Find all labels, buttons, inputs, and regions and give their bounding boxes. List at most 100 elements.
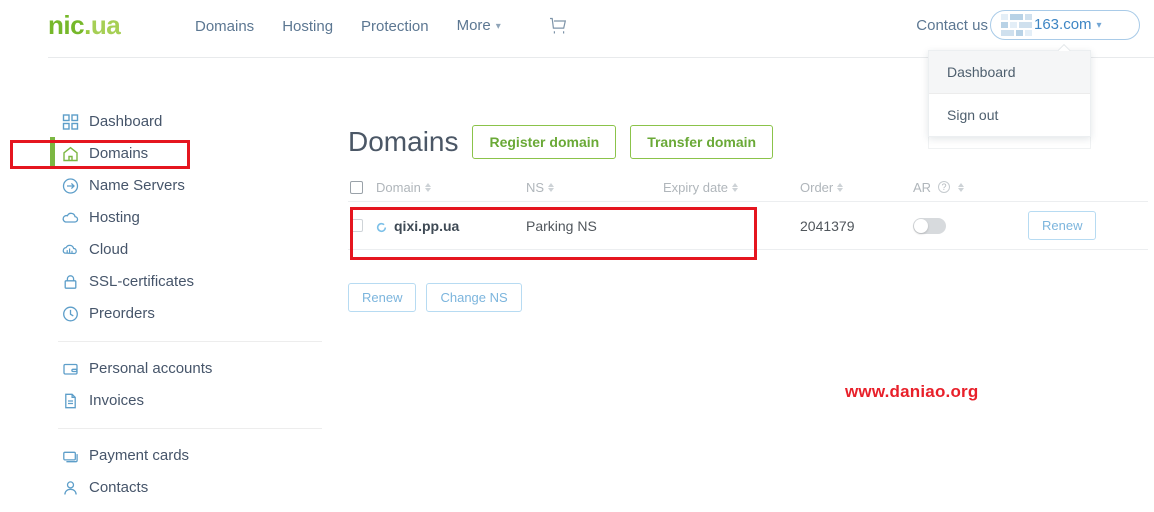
sidebar-item-label: Cloud [89, 241, 129, 258]
sidebar-item-label: Name Servers [89, 177, 185, 194]
dropdown-arrow-icon [1058, 44, 1071, 51]
nav-item-domains[interactable]: Domains [195, 17, 254, 37]
grid-icon [62, 114, 79, 131]
cell-actions: Renew [1028, 211, 1148, 240]
sidebar: Dashboard Domains Name Servers Hosting C… [0, 58, 322, 512]
sidebar-divider [58, 428, 322, 429]
lock-icon [62, 274, 79, 291]
menu-item-sign-out[interactable]: Sign out [929, 94, 1090, 136]
active-indicator [50, 137, 55, 169]
clock-icon [62, 306, 79, 323]
cell-order: 2041379 [800, 217, 855, 234]
column-header-ar[interactable]: AR ? [913, 180, 1028, 195]
bulk-renew-button[interactable]: Renew [348, 283, 417, 312]
bulk-actions: Renew Change NS [348, 283, 522, 312]
chevron-down-icon: ▾ [495, 21, 501, 32]
sidebar-item-label: Invoices [89, 392, 145, 409]
sidebar-item-payment-cards[interactable]: Payment cards [0, 440, 322, 472]
sidebar-item-name-servers[interactable]: Name Servers [0, 170, 322, 202]
cloud-chart-icon [62, 242, 79, 259]
account-menu-button[interactable]: 163.com ▾ [990, 10, 1140, 40]
bulk-change-ns-button[interactable]: Change NS [426, 283, 522, 312]
column-label: Domain [376, 179, 421, 195]
watermark: www.daniao.org [845, 382, 979, 401]
sidebar-item-label: Preorders [89, 305, 155, 322]
sidebar-item-label: Hosting [89, 209, 140, 226]
nav-label: Hosting [282, 17, 334, 35]
column-header-expiry-date[interactable]: Expiry date [663, 180, 800, 195]
domains-table: Domain NS Expiry date Order AR ? qixi.pp… [348, 173, 1148, 250]
sidebar-item-ssl-certificates[interactable]: SSL-certificates [0, 266, 322, 298]
masked-email-blur [1001, 14, 1032, 36]
sidebar-item-label: Personal accounts [89, 360, 213, 377]
column-label: Expiry date [663, 179, 729, 195]
nav-label: Domains [195, 17, 255, 35]
sidebar-item-personal-accounts[interactable]: Personal accounts [0, 353, 322, 385]
account-dropdown-menu: Dashboard Sign out [928, 50, 1091, 137]
column-label: NS [526, 179, 545, 195]
wallet-icon [62, 361, 79, 378]
sidebar-divider [58, 341, 322, 342]
chevron-down-icon: ▾ [1096, 19, 1102, 31]
table-row: qixi.pp.ua Parking NS 2041379 Renew [348, 201, 1148, 250]
cell-ar [913, 217, 1028, 234]
toggle-knob [914, 218, 928, 233]
person-icon [62, 480, 79, 497]
select-all-checkbox[interactable] [350, 180, 363, 194]
sidebar-item-label: SSL-certificates [89, 273, 195, 290]
sort-icon [424, 182, 431, 192]
sidebar-item-preorders[interactable]: Preorders [0, 298, 322, 330]
row-checkbox[interactable] [350, 219, 363, 232]
row-renew-button[interactable]: Renew [1028, 211, 1097, 240]
table-header-row: Domain NS Expiry date Order AR ? [348, 173, 1148, 201]
sort-icon [837, 182, 844, 192]
arrow-circle-icon [62, 178, 79, 195]
sidebar-item-contacts[interactable]: Contacts [0, 472, 322, 504]
sidebar-item-cloud[interactable]: Cloud [0, 234, 322, 266]
row-select-cell [350, 219, 376, 232]
page-header: Domains Register domain Transfer domain [348, 106, 774, 178]
page-title: Domains [348, 125, 459, 157]
logo-part-1: nic [48, 10, 85, 40]
sidebar-item-label: Domains [89, 145, 149, 162]
nav-item-protection[interactable]: Protection [361, 17, 429, 37]
sidebar-item-domains[interactable]: Domains [0, 137, 322, 170]
sidebar-item-settings[interactable]: Settings [0, 504, 322, 512]
sidebar-item-hosting[interactable]: Hosting [0, 202, 322, 234]
sort-icon [958, 182, 965, 192]
page-root: nic.ua Domains Hosting Protection More ▾ … [0, 0, 1154, 512]
domain-link[interactable]: qixi.pp.ua [394, 218, 459, 234]
logo-part-2: ua [90, 10, 121, 40]
account-name: 163.com [1034, 16, 1092, 33]
auto-renew-toggle[interactable] [913, 217, 946, 234]
help-icon[interactable]: ? [938, 181, 951, 193]
sidebar-item-label: Contacts [89, 479, 149, 496]
column-header-ns[interactable]: NS [526, 180, 663, 195]
cell-domain: qixi.pp.ua [376, 218, 526, 234]
site-logo[interactable]: nic.ua [48, 10, 121, 40]
nav-item-hosting[interactable]: Hosting [282, 17, 333, 37]
nav-item-more[interactable]: More ▾ [457, 16, 501, 37]
sidebar-item-invoices[interactable]: Invoices [0, 385, 322, 417]
cards-icon [62, 448, 79, 465]
column-header-domain[interactable]: Domain [376, 180, 526, 195]
cloud-icon [62, 210, 79, 227]
menu-item-dashboard[interactable]: Dashboard [929, 51, 1090, 93]
sort-icon [732, 182, 739, 192]
cart-icon[interactable] [549, 17, 569, 36]
column-label: Order [800, 179, 834, 195]
sort-icon [548, 182, 555, 192]
top-header: nic.ua Domains Hosting Protection More ▾ … [0, 0, 1154, 57]
home-icon [62, 146, 79, 163]
nav-label: More [456, 17, 491, 34]
sidebar-item-label: Payment cards [89, 447, 190, 464]
column-header-order[interactable]: Order [800, 180, 913, 195]
sidebar-item-label: Dashboard [89, 113, 163, 130]
transfer-domain-button[interactable]: Transfer domain [630, 124, 774, 159]
account-menu-underlay [928, 135, 1091, 149]
register-domain-button[interactable]: Register domain [472, 124, 617, 159]
sidebar-item-dashboard[interactable]: Dashboard [0, 106, 322, 138]
refresh-icon [376, 220, 387, 233]
contact-us-link[interactable]: Contact us [916, 16, 988, 36]
select-all-cell [350, 180, 376, 194]
